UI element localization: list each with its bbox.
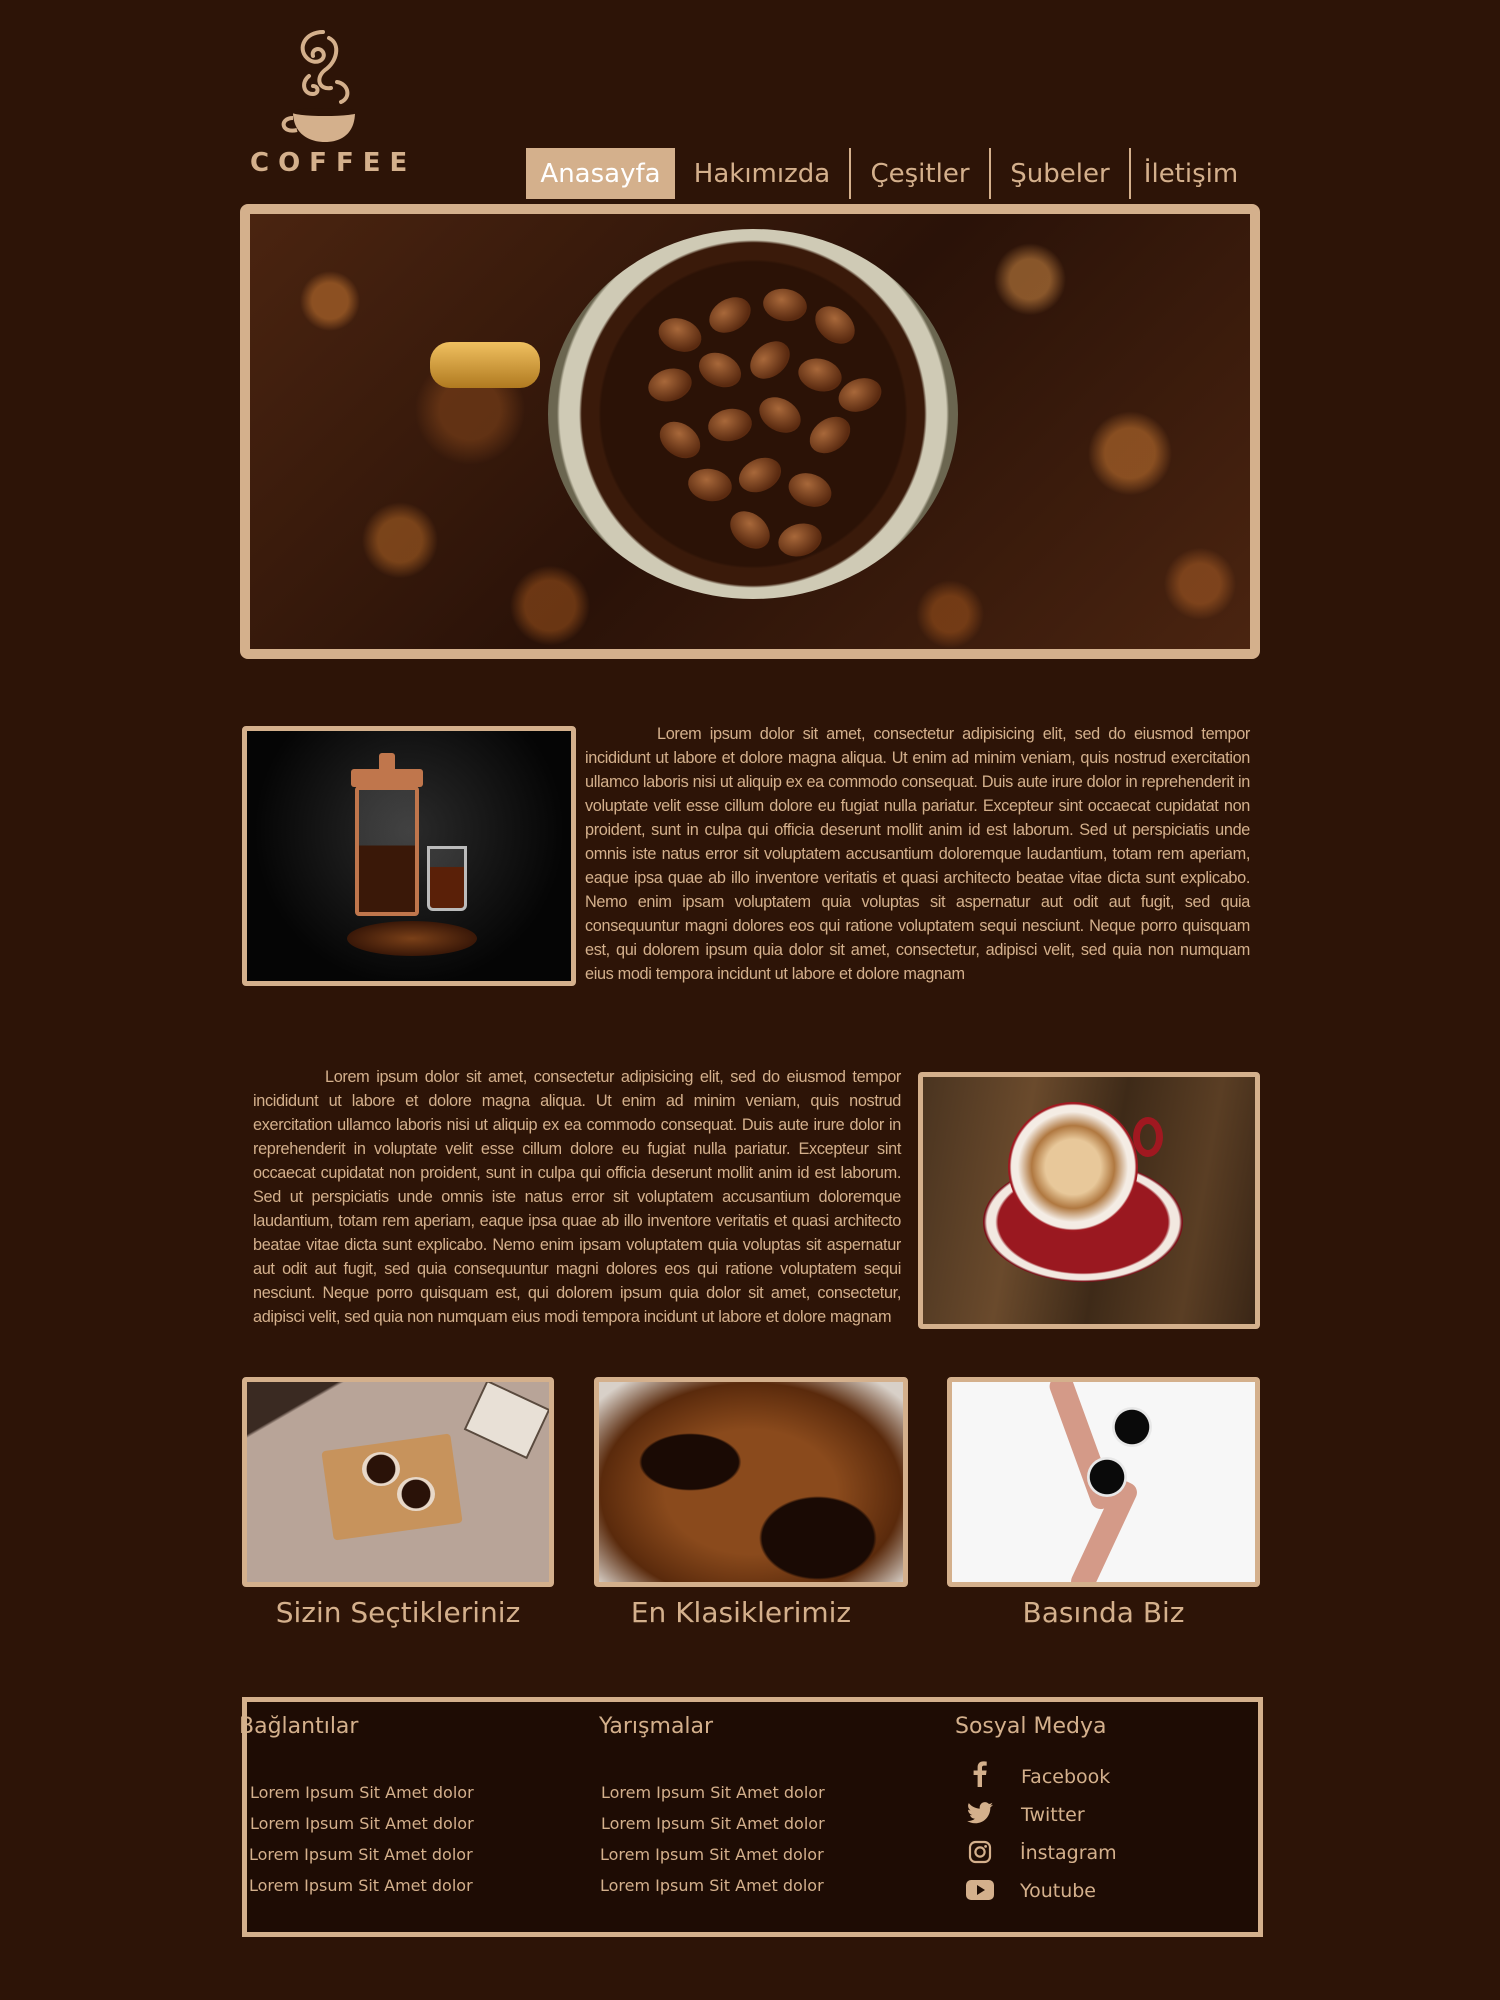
footer-contests-heading: Yarışmalar bbox=[599, 1714, 714, 1739]
facebook-icon[interactable] bbox=[966, 1760, 994, 1788]
card-2-image-frame[interactable] bbox=[594, 1377, 908, 1587]
card-2-image bbox=[599, 1382, 903, 1582]
card-3-image-frame[interactable] bbox=[947, 1377, 1260, 1587]
latte-image-frame bbox=[918, 1072, 1260, 1329]
hero-banner bbox=[240, 204, 1260, 659]
footer-contest-link[interactable]: Lorem Ipsum Sit Amet dolor bbox=[600, 1845, 824, 1864]
coffee-cup-logo-icon bbox=[281, 30, 359, 142]
logo-text: COFFEE bbox=[250, 148, 417, 178]
card-3-image bbox=[952, 1382, 1255, 1582]
cup-handle-shape bbox=[430, 342, 540, 388]
footer-contest-link[interactable]: Lorem Ipsum Sit Amet dolor bbox=[601, 1814, 825, 1833]
hero-coffee-beans-image bbox=[250, 214, 1250, 649]
youtube-link[interactable]: Youtube bbox=[1020, 1880, 1096, 1902]
latte-image bbox=[923, 1077, 1255, 1324]
footer-contest-link[interactable]: Lorem Ipsum Sit Amet dolor bbox=[601, 1783, 825, 1802]
footer: Bağlantılar Lorem Ipsum Sit Amet dolor L… bbox=[239, 1697, 1263, 1937]
main-nav: Anasayfa Hakımızda Çeşitler Şubeler İlet… bbox=[526, 148, 1251, 199]
nav-item-anasayfa[interactable]: Anasayfa bbox=[526, 148, 675, 199]
nav-item-iletisim[interactable]: İletişim bbox=[1129, 148, 1251, 199]
card-2-title[interactable]: En Klasiklerimiz bbox=[594, 1596, 888, 1629]
footer-link[interactable]: Lorem Ipsum Sit Amet dolor bbox=[250, 1814, 474, 1833]
instagram-icon[interactable] bbox=[966, 1838, 994, 1866]
youtube-icon[interactable] bbox=[966, 1876, 994, 1904]
section-2-text: Lorem ipsum dolor sit amet, consectetur … bbox=[253, 1068, 901, 1326]
nav-item-subeler[interactable]: Şubeler bbox=[989, 148, 1129, 199]
footer-link[interactable]: Lorem Ipsum Sit Amet dolor bbox=[249, 1845, 473, 1864]
nav-item-hakimizda[interactable]: Hakımızda bbox=[675, 148, 849, 199]
footer-links-heading: Bağlantılar bbox=[239, 1714, 359, 1739]
twitter-link[interactable]: Twitter bbox=[1021, 1804, 1085, 1826]
footer-link[interactable]: Lorem Ipsum Sit Amet dolor bbox=[250, 1783, 474, 1802]
cup-shape bbox=[548, 229, 958, 599]
french-press-image bbox=[247, 731, 571, 981]
twitter-icon[interactable] bbox=[966, 1799, 994, 1827]
nav-item-cesitler[interactable]: Çeşitler bbox=[849, 148, 989, 199]
facebook-link[interactable]: Facebook bbox=[1021, 1766, 1110, 1788]
french-press-image-frame bbox=[242, 726, 576, 986]
footer-link[interactable]: Lorem Ipsum Sit Amet dolor bbox=[249, 1876, 473, 1895]
card-1-title[interactable]: Sizin Seçtikleriniz bbox=[242, 1596, 554, 1629]
footer-contest-link[interactable]: Lorem Ipsum Sit Amet dolor bbox=[600, 1876, 824, 1895]
footer-social-heading: Sosyal Medya bbox=[955, 1714, 1107, 1739]
card-1-image-frame[interactable] bbox=[242, 1377, 554, 1587]
card-1-image bbox=[247, 1382, 549, 1582]
section-1-text: Lorem ipsum dolor sit amet, consectetur … bbox=[585, 725, 1250, 983]
brand-logo[interactable]: COFFEE bbox=[245, 28, 407, 183]
instagram-link[interactable]: İnstagram bbox=[1020, 1842, 1117, 1864]
card-3-title[interactable]: Basında Biz bbox=[947, 1596, 1260, 1629]
